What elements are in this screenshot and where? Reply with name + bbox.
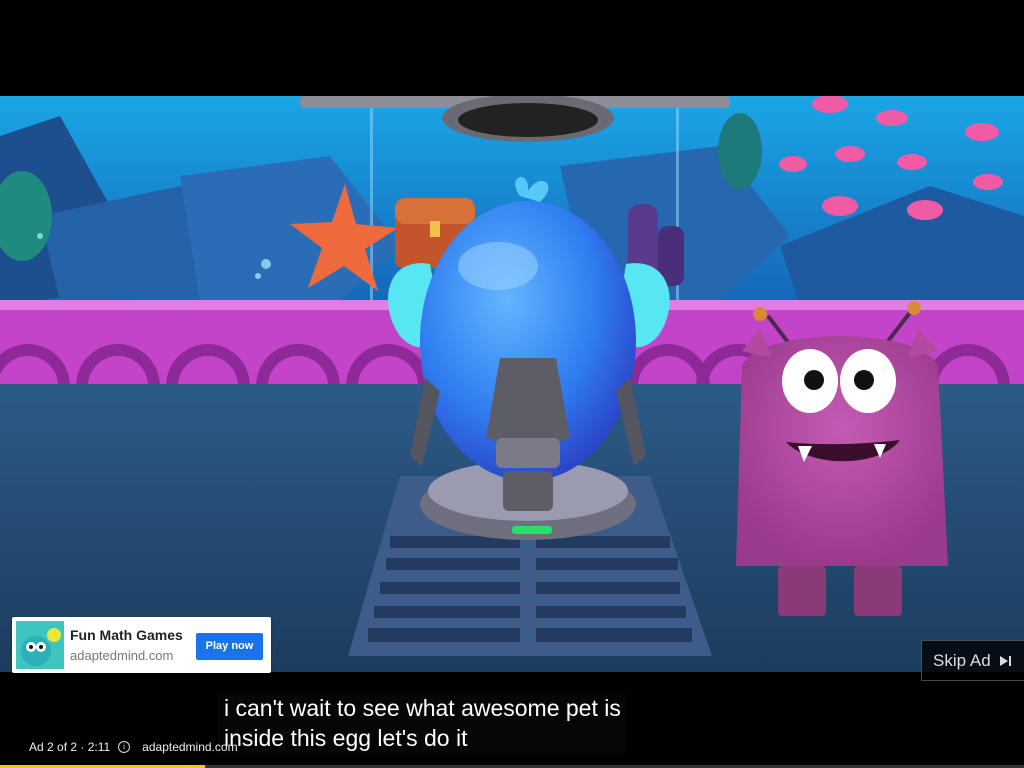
monster-mascot-icon — [16, 621, 64, 669]
video-player[interactable]: Fun Math Games adaptedmind.com Play now … — [0, 0, 1024, 768]
caption-line: i can't wait to see what awesome pet is — [224, 695, 621, 721]
ad-advertiser-link[interactable]: adaptedmind.com — [142, 740, 237, 754]
caption-window: i can't wait to see what awesome pet is … — [218, 693, 627, 753]
info-icon[interactable]: i — [118, 741, 131, 753]
ad-domain: adaptedmind.com — [70, 648, 174, 663]
ad-counter: Ad 2 of 2 · 2:11 — [29, 740, 111, 754]
play-now-button[interactable]: Play now — [196, 633, 263, 660]
ad-thumbnail[interactable] — [16, 621, 64, 669]
ad-overlay-card[interactable]: Fun Math Games adaptedmind.com Play now — [12, 617, 271, 673]
caption-line: inside this egg let's do it — [224, 725, 468, 751]
game-scene-illustration — [0, 96, 1024, 672]
video-frame[interactable] — [0, 96, 1024, 672]
skip-next-icon — [999, 655, 1013, 667]
ad-title[interactable]: Fun Math Games — [70, 627, 183, 643]
skip-ad-button[interactable]: Skip Ad — [921, 640, 1024, 681]
ad-info-bar: Ad 2 of 2 · 2:11 i adaptedmind.com — [29, 740, 238, 754]
skip-ad-label: Skip Ad — [933, 650, 991, 670]
